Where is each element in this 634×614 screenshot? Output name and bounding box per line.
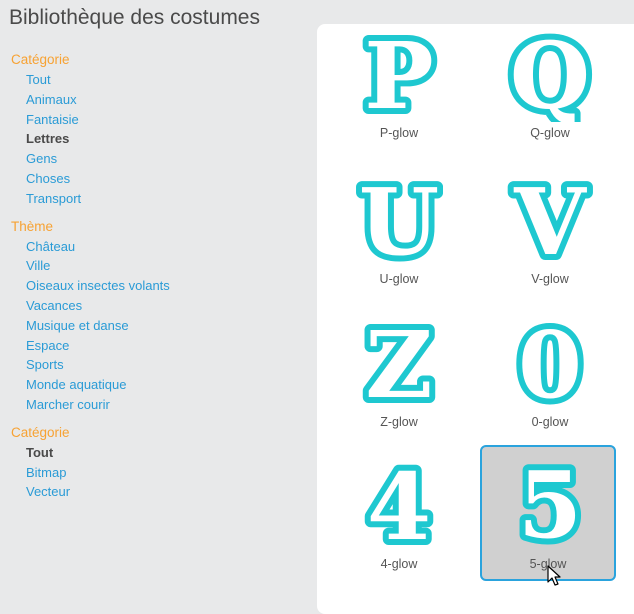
digit-4-glow-icon: 4 xyxy=(361,447,437,547)
svg-text:P: P xyxy=(364,24,433,122)
digit-5-glow-icon: 5 xyxy=(512,445,588,545)
costume-name: 4-glow xyxy=(380,557,418,571)
filter-item-tout-format[interactable]: Tout xyxy=(0,443,316,463)
filter-item-ville[interactable]: Ville xyxy=(0,256,316,276)
svg-text:V: V xyxy=(513,168,587,268)
svg-text:Q: Q xyxy=(510,24,590,122)
letter-z-glow-icon: Z xyxy=(359,311,438,411)
svg-text:0: 0 xyxy=(518,311,582,411)
costume-tile-0-glow[interactable]: 0 0-glow xyxy=(482,311,618,447)
filter-item-vecteur[interactable]: Vecteur xyxy=(0,482,316,502)
costume-name: U-glow xyxy=(379,272,419,286)
letter-u-glow-icon: U xyxy=(355,168,443,268)
costume-name: Q-glow xyxy=(530,126,570,140)
costume-tile-4-glow[interactable]: 4 4-glow xyxy=(331,447,467,583)
letter-p-glow-icon: P xyxy=(358,24,439,122)
digit-0-glow-icon: 0 xyxy=(512,311,588,411)
filter-item-tout[interactable]: Tout xyxy=(0,70,316,90)
costume-name: V-glow xyxy=(531,272,569,286)
filter-item-vacances[interactable]: Vacances xyxy=(0,296,316,316)
filter-group-heading: Catégorie xyxy=(11,424,70,440)
filter-item-espace[interactable]: Espace xyxy=(0,336,316,356)
costume-grid: P P-glow Q Q-glow U U-glow V V-glow Z Z-… xyxy=(317,24,634,614)
costume-tile-q-glow[interactable]: Q Q-glow xyxy=(482,24,618,158)
filter-item-lettres[interactable]: Lettres xyxy=(0,129,316,149)
costume-name: 0-glow xyxy=(531,415,569,429)
costume-name: Z-glow xyxy=(380,415,418,429)
filter-item-monde-aquatique[interactable]: Monde aquatique xyxy=(0,375,316,395)
letter-v-glow-icon: V xyxy=(507,168,593,268)
svg-text:U: U xyxy=(359,168,439,268)
svg-text:5: 5 xyxy=(518,451,582,545)
filter-group-category: Catégorie Tout Animaux Fantaisie Lettres… xyxy=(0,50,316,209)
mouse-pointer-icon xyxy=(547,565,561,586)
filter-item-sports[interactable]: Sports xyxy=(0,355,316,375)
costume-name: P-glow xyxy=(379,126,419,140)
filter-item-choses[interactable]: Choses xyxy=(0,169,316,189)
costume-tile-u-glow[interactable]: U U-glow xyxy=(331,168,467,304)
window-title: Bibliothèque des costumes xyxy=(9,6,260,29)
filter-item-gens[interactable]: Gens xyxy=(0,149,316,169)
letter-q-glow-icon: Q xyxy=(506,24,594,122)
filter-item-marcher-courir[interactable]: Marcher courir xyxy=(0,395,316,415)
costume-tile-z-glow[interactable]: Z Z-glow xyxy=(331,311,467,447)
sidebar: Catégorie Tout Animaux Fantaisie Lettres… xyxy=(0,50,316,510)
filter-group-format: Catégorie Tout Bitmap Vecteur xyxy=(0,423,316,502)
filter-group-heading: Catégorie xyxy=(11,52,70,67)
filter-item-transport[interactable]: Transport xyxy=(0,189,316,209)
filter-group-heading: Thème xyxy=(11,218,54,234)
filter-item-oiseaux[interactable]: Oiseaux insectes volants xyxy=(0,276,316,296)
costume-tile-p-glow[interactable]: P P-glow xyxy=(331,24,467,158)
filter-group-theme: Thème Château Ville Oiseaux insectes vol… xyxy=(0,217,316,415)
filter-item-bitmap[interactable]: Bitmap xyxy=(0,463,316,483)
filter-item-chateau[interactable]: Château xyxy=(0,237,316,257)
svg-text:4: 4 xyxy=(367,453,431,547)
filter-item-animaux[interactable]: Animaux xyxy=(0,90,316,110)
filter-item-fantaisie[interactable]: Fantaisie xyxy=(0,110,316,130)
svg-text:Z: Z xyxy=(365,311,432,411)
filter-item-musique[interactable]: Musique et danse xyxy=(0,316,316,336)
costume-tile-v-glow[interactable]: V V-glow xyxy=(482,168,618,304)
costume-tile-5-glow[interactable]: 5 5-glow xyxy=(480,445,616,581)
